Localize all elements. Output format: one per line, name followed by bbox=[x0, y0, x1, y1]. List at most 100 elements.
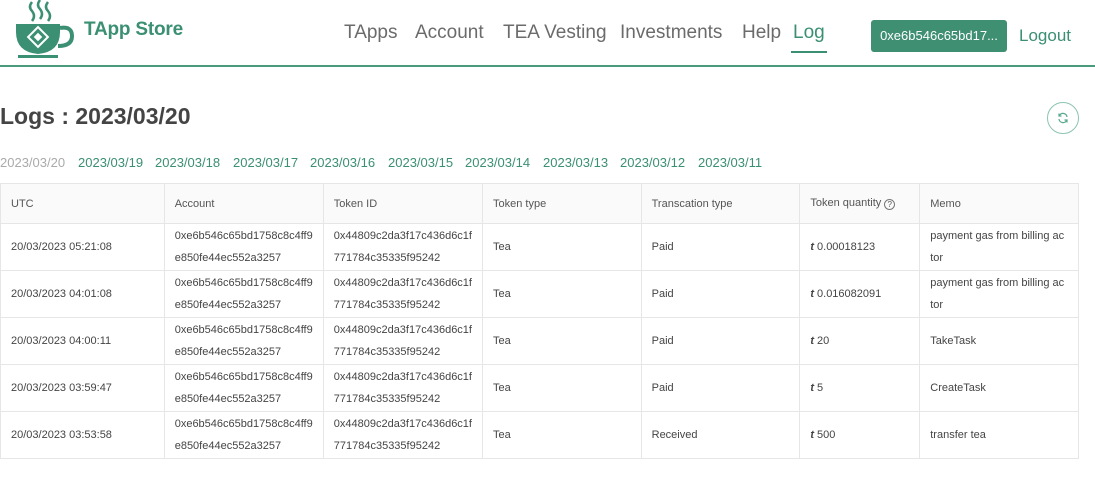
token-type-cell: Tea bbox=[481, 223, 642, 271]
quantity-value: 0.016082091 bbox=[817, 288, 882, 300]
utc-cell: 20/03/2023 04:01:08 bbox=[0, 270, 165, 318]
date-link[interactable]: 2023/03/13 bbox=[543, 155, 608, 170]
token-quantity-cell: t 20 bbox=[799, 317, 921, 365]
column-header-account: Account bbox=[163, 183, 324, 224]
token-quantity-cell: t 0.00018123 bbox=[799, 223, 921, 271]
transaction-type-cell: Received bbox=[640, 411, 801, 459]
date-link[interactable]: 2023/03/19 bbox=[78, 155, 143, 170]
table-row: 20/03/2023 05:21:08 0xe6b546c65bd1758c8c4… bbox=[0, 223, 1079, 271]
utc-cell: 20/03/2023 03:53:58 bbox=[0, 411, 165, 459]
token-id-line: 771784c35335f95242 bbox=[333, 346, 441, 358]
account-line: 0xe6b546c65bd1758c8c4ff9 bbox=[174, 230, 313, 242]
token-id-line: 771784c35335f95242 bbox=[333, 252, 441, 264]
token-id-line: 0x44809c2da3f17c436d6c1f bbox=[333, 371, 472, 383]
page-title: Logs : 2023/03/20 bbox=[0, 103, 191, 129]
memo-line: CreateTask bbox=[930, 382, 986, 394]
utc-cell: 20/03/2023 05:21:08 bbox=[0, 223, 165, 271]
token-id-line: 771784c35335f95242 bbox=[333, 393, 441, 405]
memo-line: tor bbox=[930, 299, 944, 311]
date-link[interactable]: 2023/03/12 bbox=[620, 155, 685, 170]
token-id-line: 0x44809c2da3f17c436d6c1f bbox=[333, 324, 472, 336]
token-type-cell: Tea bbox=[481, 411, 642, 459]
tea-token-icon: t bbox=[810, 429, 815, 441]
date-link[interactable]: 2023/03/11 bbox=[698, 155, 762, 170]
account-line: e850fe44ec552a3257 bbox=[174, 346, 282, 358]
account-line: e850fe44ec552a3257 bbox=[174, 252, 282, 264]
nav-help[interactable]: Help bbox=[742, 22, 781, 50]
account-line: e850fe44ec552a3257 bbox=[174, 440, 282, 452]
memo-line: payment gas from billing ac bbox=[930, 230, 1065, 242]
transaction-type-cell: Paid bbox=[640, 270, 801, 318]
token-id-line: 771784c35335f95242 bbox=[333, 440, 441, 452]
transaction-type-cell: Paid bbox=[640, 317, 801, 365]
column-header-token-type: Token type bbox=[481, 183, 642, 224]
quantity-value: 0.00018123 bbox=[817, 241, 876, 253]
utc-cell: 20/03/2023 03:59:47 bbox=[0, 364, 165, 412]
date-link[interactable]: 2023/03/16 bbox=[310, 155, 375, 170]
memo-cell: transfer tea bbox=[919, 411, 1079, 459]
account-line: 0xe6b546c65bd1758c8c4ff9 bbox=[174, 277, 313, 289]
table-row: 20/03/2023 03:59:47 0xe6b546c65bd1758c8c4… bbox=[0, 364, 1079, 412]
logout-link[interactable]: Logout bbox=[1019, 26, 1071, 46]
tea-cup-logo-icon[interactable] bbox=[12, 0, 76, 60]
column-header-transaction-type: Transcation type bbox=[640, 183, 801, 224]
memo-cell: payment gas from billing ac tor bbox=[919, 223, 1079, 271]
token-id-cell: 0x44809c2da3f17c436d6c1f 771784c35335f952… bbox=[322, 317, 483, 365]
question-mark-icon[interactable]: ? bbox=[884, 199, 896, 210]
nav-investments[interactable]: Investments bbox=[620, 22, 722, 50]
account-cell: 0xe6b546c65bd1758c8c4ff9 e850fe44ec552a32… bbox=[163, 364, 324, 412]
date-link[interactable]: 2023/03/18 bbox=[155, 155, 220, 170]
date-current: 2023/03/20 bbox=[0, 155, 66, 170]
account-cell: 0xe6b546c65bd1758c8c4ff9 e850fe44ec552a32… bbox=[163, 317, 324, 365]
quantity-value: 20 bbox=[817, 335, 830, 347]
account-line: e850fe44ec552a3257 bbox=[174, 299, 282, 311]
token-id-cell: 0x44809c2da3f17c436d6c1f 771784c35335f952… bbox=[322, 223, 483, 271]
refresh-button[interactable] bbox=[1047, 102, 1079, 134]
brand-name[interactable]: TApp Store bbox=[84, 19, 183, 41]
account-line: e850fe44ec552a3257 bbox=[174, 393, 282, 405]
logs-table: UTC Account Token ID Token type Transcat… bbox=[0, 183, 1079, 459]
column-header-utc: UTC bbox=[0, 183, 165, 224]
token-id-line: 0x44809c2da3f17c436d6c1f bbox=[333, 418, 472, 430]
memo-cell: payment gas from billing ac tor bbox=[919, 270, 1079, 318]
account-line: 0xe6b546c65bd1758c8c4ff9 bbox=[174, 324, 313, 336]
account-line: 0xe6b546c65bd1758c8c4ff9 bbox=[174, 418, 313, 430]
utc-cell: 20/03/2023 04:00:11 bbox=[0, 317, 165, 365]
token-id-line: 771784c35335f95242 bbox=[333, 299, 441, 311]
account-cell: 0xe6b546c65bd1758c8c4ff9 e850fe44ec552a32… bbox=[163, 223, 324, 271]
token-quantity-cell: t 500 bbox=[799, 411, 921, 459]
memo-line: tor bbox=[930, 252, 944, 264]
nav-tapps[interactable]: TApps bbox=[344, 22, 398, 50]
token-type-cell: Tea bbox=[481, 364, 642, 412]
memo-line: payment gas from billing ac bbox=[930, 277, 1065, 289]
account-cell: 0xe6b546c65bd1758c8c4ff9 e850fe44ec552a32… bbox=[163, 270, 324, 318]
date-link[interactable]: 2023/03/17 bbox=[233, 155, 298, 170]
nav-log[interactable]: Log bbox=[791, 22, 827, 53]
token-id-line: 0x44809c2da3f17c436d6c1f bbox=[333, 277, 472, 289]
token-id-cell: 0x44809c2da3f17c436d6c1f 771784c35335f952… bbox=[322, 411, 483, 459]
tea-token-icon: t bbox=[810, 382, 815, 394]
nav-tea-vesting[interactable]: TEA Vesting bbox=[503, 22, 607, 50]
top-header: TApp Store TApps Account TEA Vesting Inv… bbox=[0, 0, 1095, 67]
refresh-icon bbox=[1058, 112, 1068, 124]
column-header-memo: Memo bbox=[919, 183, 1079, 224]
account-address-button[interactable]: 0xe6b546c65bd17... bbox=[871, 20, 1007, 52]
memo-cell: CreateTask bbox=[919, 364, 1079, 412]
nav-account[interactable]: Account bbox=[415, 22, 484, 50]
date-link[interactable]: 2023/03/14 bbox=[465, 155, 530, 170]
tea-token-icon: t bbox=[810, 241, 815, 253]
column-header-label: Token quantity bbox=[810, 197, 882, 209]
tea-token-icon: t bbox=[810, 335, 815, 347]
table-row: 20/03/2023 04:01:08 0xe6b546c65bd1758c8c4… bbox=[0, 270, 1079, 318]
memo-line: TakeTask bbox=[930, 335, 977, 347]
column-header-token-id: Token ID bbox=[322, 183, 483, 224]
table-row: 20/03/2023 04:00:11 0xe6b546c65bd1758c8c4… bbox=[0, 317, 1079, 365]
token-type-cell: Tea bbox=[481, 270, 642, 318]
token-id-line: 0x44809c2da3f17c436d6c1f bbox=[333, 230, 472, 242]
token-type-cell: Tea bbox=[481, 317, 642, 365]
transaction-type-cell: Paid bbox=[640, 223, 801, 271]
table-header-row: UTC Account Token ID Token type Transcat… bbox=[0, 183, 1079, 224]
account-line: 0xe6b546c65bd1758c8c4ff9 bbox=[174, 371, 313, 383]
tea-token-icon: t bbox=[810, 288, 815, 300]
date-link[interactable]: 2023/03/15 bbox=[388, 155, 453, 170]
